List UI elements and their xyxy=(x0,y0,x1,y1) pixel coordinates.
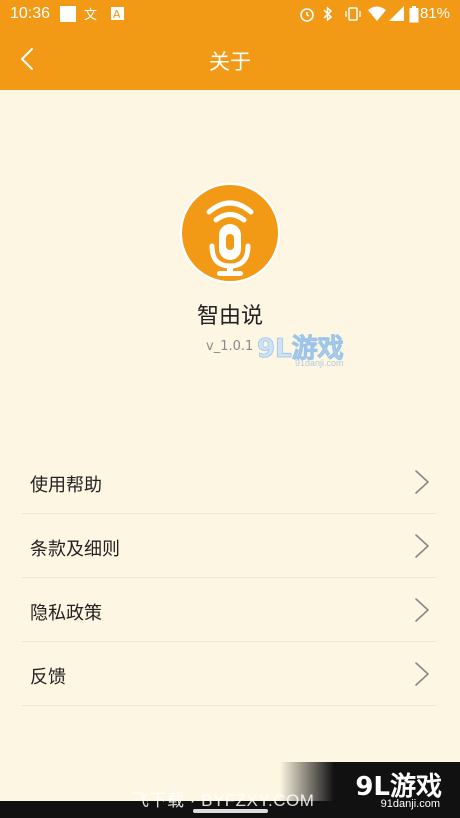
app-bar: 关于 xyxy=(0,28,460,90)
watermark-bottom-site: 飞下载 · BYFZXY.COM xyxy=(132,791,315,810)
square-notification-icon xyxy=(60,6,76,26)
translate-icon: 文 xyxy=(84,6,102,26)
bluetooth-icon xyxy=(322,6,334,26)
chevron-right-icon xyxy=(415,534,429,558)
battery-percentage: 81% xyxy=(419,5,450,22)
menu-item-label: 反馈 xyxy=(30,667,66,688)
a-icon: A xyxy=(111,6,125,26)
menu-item-label: 隐私政策 xyxy=(30,603,102,624)
alarm-icon xyxy=(299,6,315,26)
menu-item-help[interactable]: 使用帮助 xyxy=(22,450,436,514)
chevron-right-icon xyxy=(415,470,429,494)
app-version: v_1.0.1 xyxy=(206,339,254,354)
status-time: 10:36 xyxy=(10,5,51,22)
about-menu: 使用帮助 条款及细则 隐私政策 反馈 xyxy=(0,450,460,706)
battery-icon xyxy=(409,6,419,27)
microphone-icon xyxy=(206,200,254,276)
page-title: 关于 xyxy=(209,50,251,74)
svg-text:文: 文 xyxy=(84,8,97,22)
menu-item-feedback[interactable]: 反馈 xyxy=(22,642,436,706)
svg-text:A: A xyxy=(113,8,121,21)
chevron-right-icon xyxy=(415,662,429,686)
chevron-right-icon xyxy=(415,598,429,622)
wifi-icon xyxy=(368,6,386,26)
home-gesture-bar[interactable] xyxy=(193,809,268,813)
app-logo xyxy=(179,182,281,284)
app-name: 智由说 xyxy=(196,304,263,329)
watermark-logo: 9L游戏 91danji.com xyxy=(255,330,355,370)
menu-item-privacy[interactable]: 隐私政策 xyxy=(22,578,436,642)
menu-item-label: 条款及细则 xyxy=(30,539,120,560)
signal-icon xyxy=(389,6,405,26)
menu-item-terms[interactable]: 条款及细则 xyxy=(22,514,436,578)
vibrate-icon xyxy=(344,6,362,26)
watermark-bottom-sub: 91danji.com xyxy=(380,798,440,810)
watermark-site-text: 91danji.com xyxy=(295,358,344,368)
menu-item-label: 使用帮助 xyxy=(30,475,102,496)
status-bar: 10:36 文 A 81% xyxy=(0,0,460,28)
